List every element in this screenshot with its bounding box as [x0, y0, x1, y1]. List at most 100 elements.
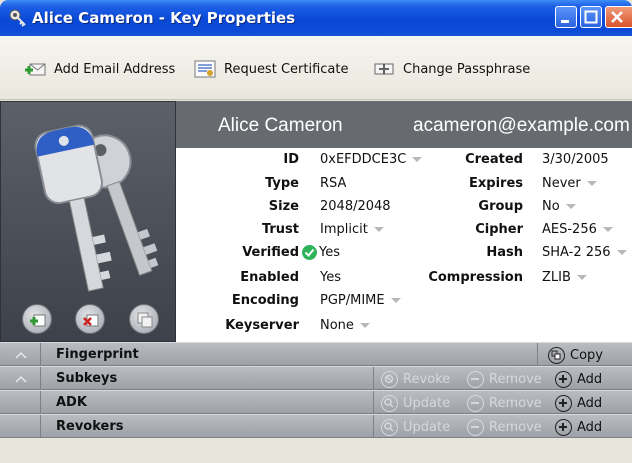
update-button[interactable]: Update [381, 418, 450, 436]
add-button[interactable]: Add [555, 394, 602, 412]
window-title: Alice Cameron - Key Properties [32, 9, 296, 27]
chevron-down-icon [565, 204, 576, 209]
request-certificate-label: Request Certificate [224, 61, 349, 77]
bottom-area [0, 438, 632, 463]
chevron-down-icon [616, 250, 627, 255]
add-icon [555, 370, 572, 388]
toolbar: Add Email Address Request Certificate Ch… [0, 36, 632, 100]
expires-value[interactable]: Never [542, 176, 597, 191]
update-icon [381, 418, 398, 436]
adk-title: ADK [56, 395, 87, 410]
add-photo-icon [30, 314, 46, 327]
chevron-down-icon [412, 157, 423, 162]
expires-label: Expires [469, 176, 523, 191]
close-icon [611, 11, 623, 23]
remove-button[interactable]: Remove [467, 418, 542, 436]
add-icon [555, 394, 572, 412]
remove-icon [467, 394, 484, 412]
remove-photo-button[interactable] [75, 304, 105, 334]
add-icon [555, 418, 572, 436]
add-email-icon [25, 63, 46, 76]
maximize-icon [584, 10, 598, 24]
type-label: Type [265, 176, 299, 191]
properties-panel: ID 0xEFDDCE3C Created 3/30/2005 Type RSA… [176, 148, 632, 342]
id-label: ID [283, 152, 299, 167]
collapse-chevron-icon [15, 375, 27, 383]
verified-label: Verified [242, 245, 299, 260]
id-value[interactable]: 0xEFDDCE3C [320, 152, 423, 167]
enabled-label: Enabled [240, 270, 299, 285]
copy-icon [548, 346, 565, 364]
cipher-label: Cipher [475, 222, 523, 237]
keyserver-label: Keyserver [225, 318, 299, 333]
close-button[interactable] [605, 6, 632, 28]
enabled-value: Yes [320, 270, 341, 285]
compression-label: Compression [428, 270, 523, 285]
update-icon [381, 394, 398, 412]
type-value: RSA [320, 176, 347, 191]
chevron-down-icon [586, 181, 597, 186]
title-bar[interactable]: Alice Cameron - Key Properties [0, 0, 632, 36]
add-email-button[interactable]: Add Email Address [24, 58, 175, 80]
passphrase-icon [374, 63, 394, 75]
hash-label: Hash [486, 245, 523, 260]
chevron-down-icon [359, 323, 370, 328]
revokers-section[interactable]: Revokers Update Remove Add [0, 414, 632, 439]
collapse-chevron-icon [15, 351, 27, 359]
key-properties-window: Alice Cameron - Key Properties Add Email… [0, 0, 632, 463]
group-value[interactable]: No [542, 199, 576, 214]
add-button[interactable]: Add [555, 370, 602, 388]
change-passphrase-label: Change Passphrase [403, 61, 531, 77]
created-value: 3/30/2005 [542, 152, 609, 167]
remove-icon [467, 370, 484, 388]
revoke-button[interactable]: Revoke [381, 370, 450, 388]
maximize-button[interactable] [580, 6, 602, 28]
key-owner-name: Alice Cameron [218, 115, 343, 136]
chevron-down-icon [373, 227, 384, 232]
key-photo-pane [0, 101, 176, 342]
group-label: Group [478, 199, 523, 214]
size-value: 2048/2048 [320, 199, 391, 214]
copy-photo-button[interactable] [129, 304, 159, 334]
add-email-label: Add Email Address [54, 61, 176, 77]
remove-button[interactable]: Remove [467, 394, 542, 412]
update-button[interactable]: Update [381, 394, 450, 412]
keys-image [34, 124, 159, 292]
remove-photo-icon [83, 314, 99, 327]
key-header: Alice Cameron acameron@example.com [176, 101, 632, 148]
created-label: Created [465, 152, 523, 167]
trust-value[interactable]: Implicit [320, 222, 384, 237]
remove-button[interactable]: Remove [467, 370, 542, 388]
compression-value[interactable]: ZLIB [542, 270, 587, 285]
app-key-icon [8, 8, 28, 28]
chevron-down-icon [390, 298, 401, 303]
hash-value[interactable]: SHA-2 256 [542, 245, 627, 260]
minimize-icon [561, 20, 569, 23]
change-passphrase-button[interactable]: Change Passphrase [373, 58, 530, 80]
encoding-value[interactable]: PGP/MIME [320, 293, 401, 308]
copy-button[interactable]: Copy [548, 346, 603, 364]
add-photo-button[interactable] [22, 304, 52, 334]
fingerprint-title: Fingerprint [56, 347, 139, 362]
chevron-down-icon [602, 227, 613, 232]
chevron-down-icon [576, 275, 587, 280]
trust-label: Trust [261, 222, 299, 237]
minimize-button[interactable] [555, 6, 577, 28]
check-icon [302, 245, 317, 260]
adk-section[interactable]: ADK Update Remove Add [0, 390, 632, 415]
subkeys-section[interactable]: Subkeys Revoke Remove Add [0, 366, 632, 391]
encoding-label: Encoding [231, 293, 299, 308]
revokers-title: Revokers [56, 419, 124, 434]
copy-photo-icon [137, 312, 153, 328]
verified-value: Yes [302, 245, 340, 260]
keyserver-value[interactable]: None [320, 318, 370, 333]
revoke-icon [381, 370, 398, 388]
remove-icon [467, 418, 484, 436]
certificate-icon [194, 60, 216, 78]
fingerprint-section[interactable]: Fingerprint Copy [0, 342, 632, 367]
size-label: Size [268, 199, 299, 214]
add-button[interactable]: Add [555, 418, 602, 436]
request-certificate-button[interactable]: Request Certificate [194, 58, 348, 80]
cipher-value[interactable]: AES-256 [542, 222, 613, 237]
subkeys-title: Subkeys [56, 371, 118, 386]
